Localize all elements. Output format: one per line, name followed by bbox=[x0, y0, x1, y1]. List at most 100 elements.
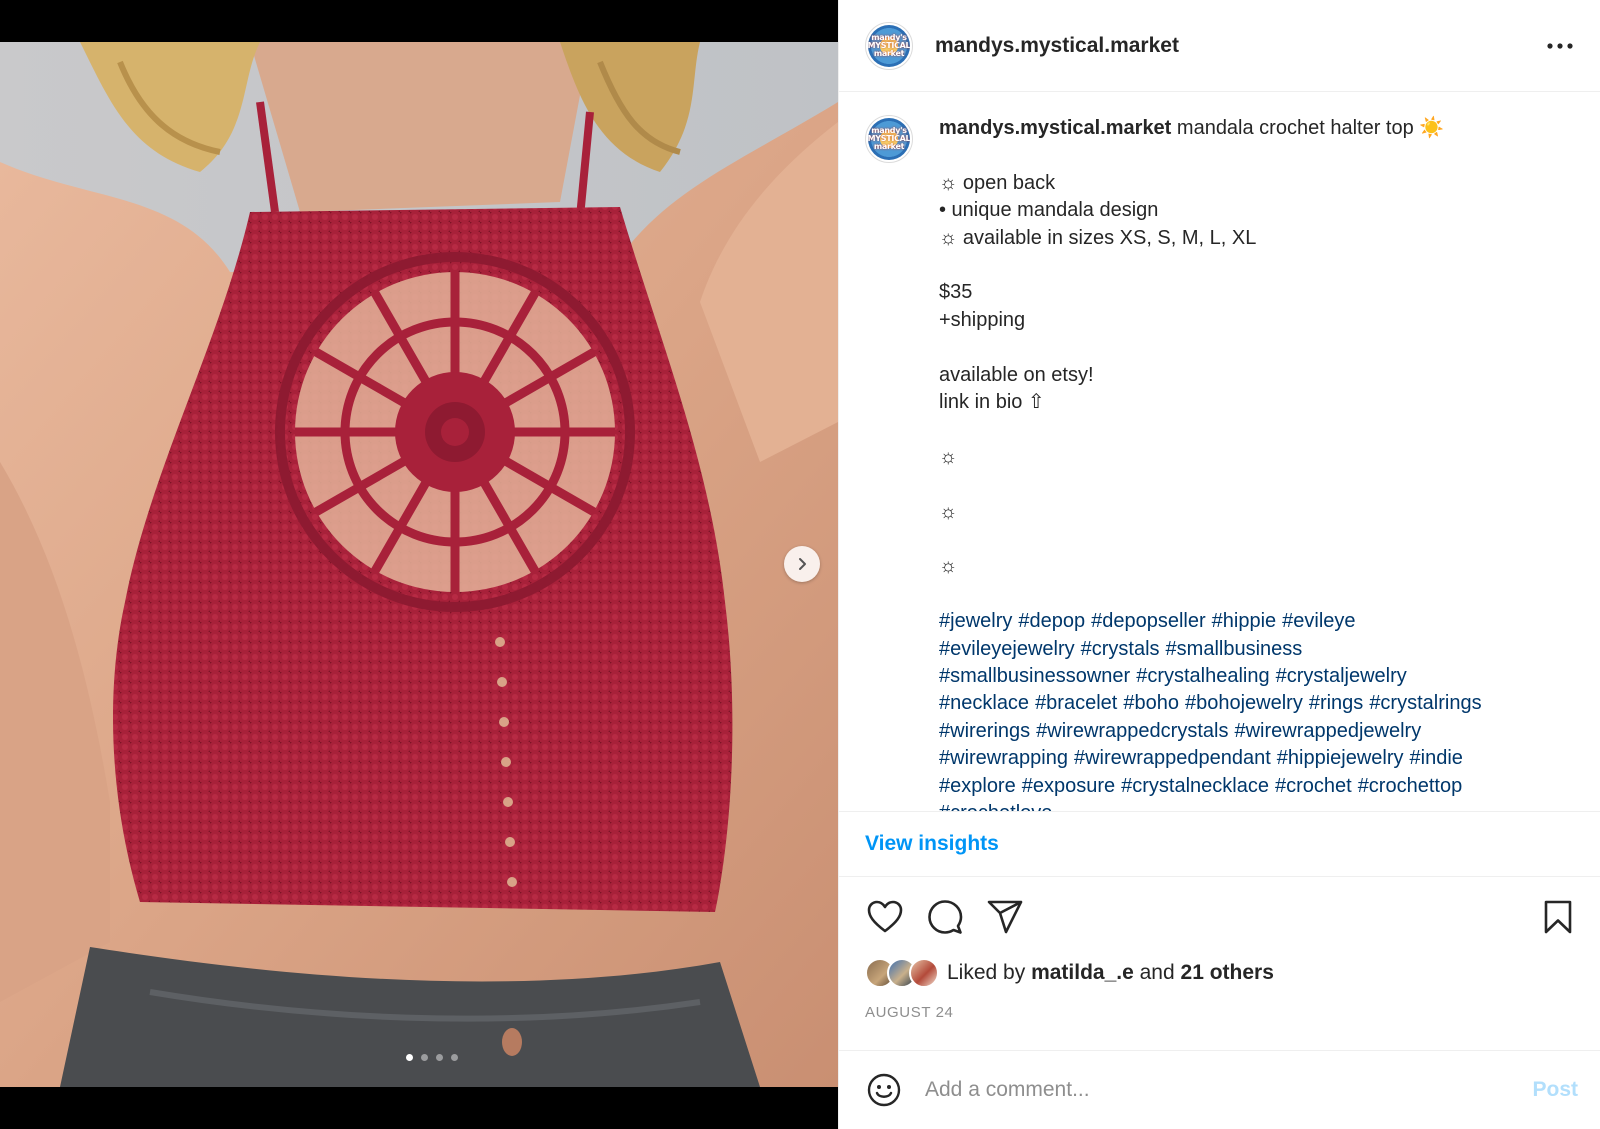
comment-button[interactable] bbox=[923, 895, 967, 939]
caption-area[interactable]: mandy's MYSTICAL market mandys.mystical.… bbox=[839, 93, 1600, 811]
header-username[interactable]: mandys.mystical.market bbox=[935, 34, 1542, 58]
caption-line: ☼ open back bbox=[939, 171, 1056, 194]
hashtag-link[interactable]: #crystaljewelry bbox=[1276, 665, 1407, 687]
hashtag-link[interactable]: #hippiejewelry bbox=[1277, 747, 1404, 769]
post-date[interactable]: AUGUST 24 bbox=[865, 1004, 954, 1021]
hashtag-link[interactable]: #crystalhealing bbox=[1136, 665, 1269, 687]
comment-input[interactable] bbox=[925, 1078, 1533, 1102]
hashtag-line: #wirerings #wirewrappedcrystals #wirewrapp… bbox=[939, 718, 1569, 745]
send-icon bbox=[987, 900, 1023, 934]
carousel-dot[interactable] bbox=[451, 1054, 458, 1061]
caption-username[interactable]: mandys.mystical.market bbox=[939, 117, 1171, 139]
caption-text: mandys.mystical.market mandala crochet h… bbox=[939, 115, 1569, 811]
caption-line bbox=[939, 526, 1569, 553]
hashtag-link[interactable]: #bohojewelry bbox=[1185, 692, 1303, 714]
save-button[interactable] bbox=[1536, 895, 1580, 939]
emoji-button[interactable] bbox=[865, 1071, 903, 1109]
avatar-text-3: market bbox=[873, 142, 905, 151]
crochet-top-photo bbox=[0, 42, 838, 1087]
caption-line: ☼ bbox=[939, 445, 958, 468]
hashtag-link[interactable]: #rings bbox=[1309, 692, 1363, 714]
hashtag-link[interactable]: #exposure bbox=[1022, 775, 1115, 797]
avatar[interactable]: mandy's MYSTICAL market bbox=[865, 21, 913, 70]
caption-line: available on etsy! bbox=[939, 363, 1094, 386]
caption-lines: ☼ open back • unique mandala design ☼ avai… bbox=[939, 170, 1569, 608]
hashtag-link[interactable]: #bracelet bbox=[1035, 692, 1117, 714]
hashtag-link[interactable]: #smallbusiness bbox=[1166, 638, 1303, 660]
insights-bar: View insights bbox=[839, 811, 1600, 877]
more-horizontal-icon bbox=[1547, 42, 1573, 49]
caption-line: link in bio ⇧ bbox=[939, 391, 1045, 414]
caption-line bbox=[939, 581, 1569, 608]
hashtag-link[interactable]: #evileye bbox=[1282, 610, 1355, 632]
hashtag-link[interactable]: #wirewrappedjewelry bbox=[1234, 720, 1421, 742]
hashtag-link[interactable]: #depop bbox=[1018, 610, 1085, 632]
caption-first-line: mandys.mystical.market mandala crochet h… bbox=[939, 115, 1569, 142]
hashtag-link[interactable]: #crystals bbox=[1081, 638, 1160, 660]
caption-line bbox=[939, 416, 1569, 443]
hashtag-block: #jewelry #depop #depopseller #hippie #eviley… bbox=[939, 608, 1569, 811]
view-insights-link[interactable]: View insights bbox=[865, 832, 999, 856]
chevron-right-icon bbox=[799, 558, 806, 570]
liker-username[interactable]: matilda_.e bbox=[1031, 961, 1134, 985]
carousel-dot[interactable] bbox=[421, 1054, 428, 1061]
share-button[interactable] bbox=[983, 895, 1027, 939]
post-media-panel bbox=[0, 0, 838, 1129]
likes-joiner: and bbox=[1139, 961, 1175, 984]
hashtag-line: #necklace #bracelet #boho #bohojewelry #ring… bbox=[939, 690, 1569, 717]
avatar-logo: mandy's MYSTICAL market bbox=[868, 118, 910, 160]
carousel-dot[interactable] bbox=[436, 1054, 443, 1061]
bookmark-icon bbox=[1544, 900, 1572, 934]
hashtag-link[interactable]: #necklace bbox=[939, 692, 1029, 714]
hashtag-line: #evileyejewelry #crystals #smallbusiness bbox=[939, 636, 1569, 663]
caption-row: mandy's MYSTICAL market mandys.mystical.… bbox=[865, 115, 1580, 811]
hashtag-link[interactable]: #crochettop bbox=[1358, 775, 1463, 797]
liker-avatars bbox=[865, 958, 939, 988]
likes-others-link[interactable]: 21 others bbox=[1181, 961, 1274, 985]
comment-icon bbox=[928, 900, 963, 934]
hashtag-link[interactable]: #depopseller bbox=[1091, 610, 1206, 632]
hashtag-line: #jewelry #depop #depopseller #hippie #eviley… bbox=[939, 608, 1569, 635]
hashtag-link[interactable]: #wirewrapping bbox=[939, 747, 1068, 769]
caption-line: • unique mandala design bbox=[939, 199, 1159, 222]
post-photo[interactable] bbox=[0, 42, 838, 1087]
caption-line bbox=[939, 334, 1569, 361]
post-comment-button[interactable]: Post bbox=[1532, 1078, 1578, 1102]
hashtag-link[interactable]: #crystalnecklace bbox=[1121, 775, 1269, 797]
hashtag-line: #crochetlove bbox=[939, 800, 1569, 811]
hashtag-line: #smallbusinessowner #crystalhealing #cryst… bbox=[939, 663, 1569, 690]
hashtag-link[interactable]: #smallbusinessowner bbox=[939, 665, 1130, 687]
hashtag-line: #wirewrapping #wirewrappedpendant #hippiej… bbox=[939, 745, 1569, 772]
hashtag-link[interactable]: #explore bbox=[939, 775, 1016, 797]
caption-avatar[interactable]: mandy's MYSTICAL market bbox=[865, 115, 913, 163]
next-photo-button[interactable] bbox=[784, 546, 820, 582]
more-options-button[interactable] bbox=[1542, 28, 1578, 64]
action-bar bbox=[839, 890, 1600, 944]
caption-line: $35 bbox=[939, 281, 973, 304]
hashtag-link[interactable]: #wirerings bbox=[939, 720, 1030, 742]
caption-line bbox=[939, 252, 1569, 279]
caption-line: ☼ bbox=[939, 500, 958, 523]
hashtag-link[interactable]: #wirewrappedpendant bbox=[1074, 747, 1271, 769]
comment-bar: Post bbox=[839, 1050, 1600, 1129]
hashtag-link[interactable]: #crochetlove bbox=[939, 802, 1052, 811]
hashtag-link[interactable]: #hippie bbox=[1212, 610, 1277, 632]
post-header: mandy's MYSTICAL market mandys.mystical.… bbox=[839, 0, 1600, 92]
caption-line: ☼ available in sizes XS, S, M, L, XL bbox=[939, 226, 1257, 249]
caption-line: ☼ bbox=[939, 555, 958, 578]
carousel-dot[interactable] bbox=[406, 1054, 413, 1061]
carousel-dots bbox=[0, 1054, 838, 1061]
hashtag-link[interactable]: #boho bbox=[1123, 692, 1179, 714]
hashtag-line: #explore #exposure #crystalnecklace #croche… bbox=[939, 773, 1569, 800]
hashtag-link[interactable]: #evileyejewelry bbox=[939, 638, 1075, 660]
likes-summary: Liked by matilda_.e and 21 others bbox=[865, 958, 1274, 988]
hashtag-link[interactable]: #wirewrappedcrystals bbox=[1036, 720, 1228, 742]
hashtag-link[interactable]: #crochet bbox=[1275, 775, 1352, 797]
avatar[interactable] bbox=[909, 958, 939, 988]
hashtag-link[interactable]: #crystalrings bbox=[1369, 692, 1481, 714]
like-button[interactable] bbox=[863, 895, 907, 939]
hashtag-link[interactable]: #indie bbox=[1410, 747, 1463, 769]
avatar-text-3: market bbox=[873, 48, 905, 58]
heart-icon bbox=[867, 900, 903, 933]
hashtag-link[interactable]: #jewelry bbox=[939, 610, 1012, 632]
